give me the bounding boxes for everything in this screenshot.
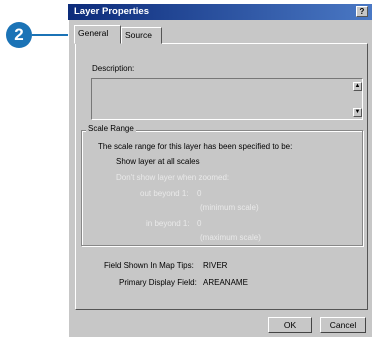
out-beyond-value[interactable]: 0 <box>197 189 201 199</box>
primary-display-field-value[interactable]: AREANAME <box>203 278 248 288</box>
cancel-button[interactable]: Cancel <box>320 317 366 333</box>
scroll-up-icon[interactable]: ▲ <box>353 82 362 91</box>
show-all-scales-option[interactable]: Show layer at all scales <box>116 157 200 167</box>
scroll-down-icon[interactable]: ▼ <box>353 108 362 117</box>
map-tips-field-value[interactable]: RIVER <box>203 261 227 271</box>
map-tips-field-label: Field Shown In Map Tips: <box>104 261 194 270</box>
scale-range-title: Scale Range <box>86 124 136 134</box>
tab-general[interactable]: General <box>74 25 121 44</box>
help-button[interactable]: ? <box>356 6 368 17</box>
ok-button[interactable]: OK <box>268 317 312 333</box>
in-beyond-hint: (maximum scale) <box>200 233 261 242</box>
description-label: Description: <box>92 64 135 73</box>
window-title: Layer Properties <box>74 6 149 17</box>
in-beyond-label: in beyond 1: <box>146 219 190 228</box>
primary-display-field-label: Primary Display Field: <box>119 278 197 287</box>
description-field[interactable]: ▲ ▼ <box>91 78 363 120</box>
callout-leader-line <box>32 34 73 36</box>
callout-number: 2 <box>6 22 32 48</box>
dont-show-option[interactable]: Don't show layer when zoomed: <box>116 173 229 183</box>
tab-source[interactable]: Source <box>121 27 162 44</box>
out-beyond-hint: (minimum scale) <box>200 203 259 212</box>
scale-range-intro: The scale range for this layer has been … <box>98 142 293 151</box>
in-beyond-value[interactable]: 0 <box>197 219 201 229</box>
out-beyond-label: out beyond 1: <box>140 189 189 198</box>
